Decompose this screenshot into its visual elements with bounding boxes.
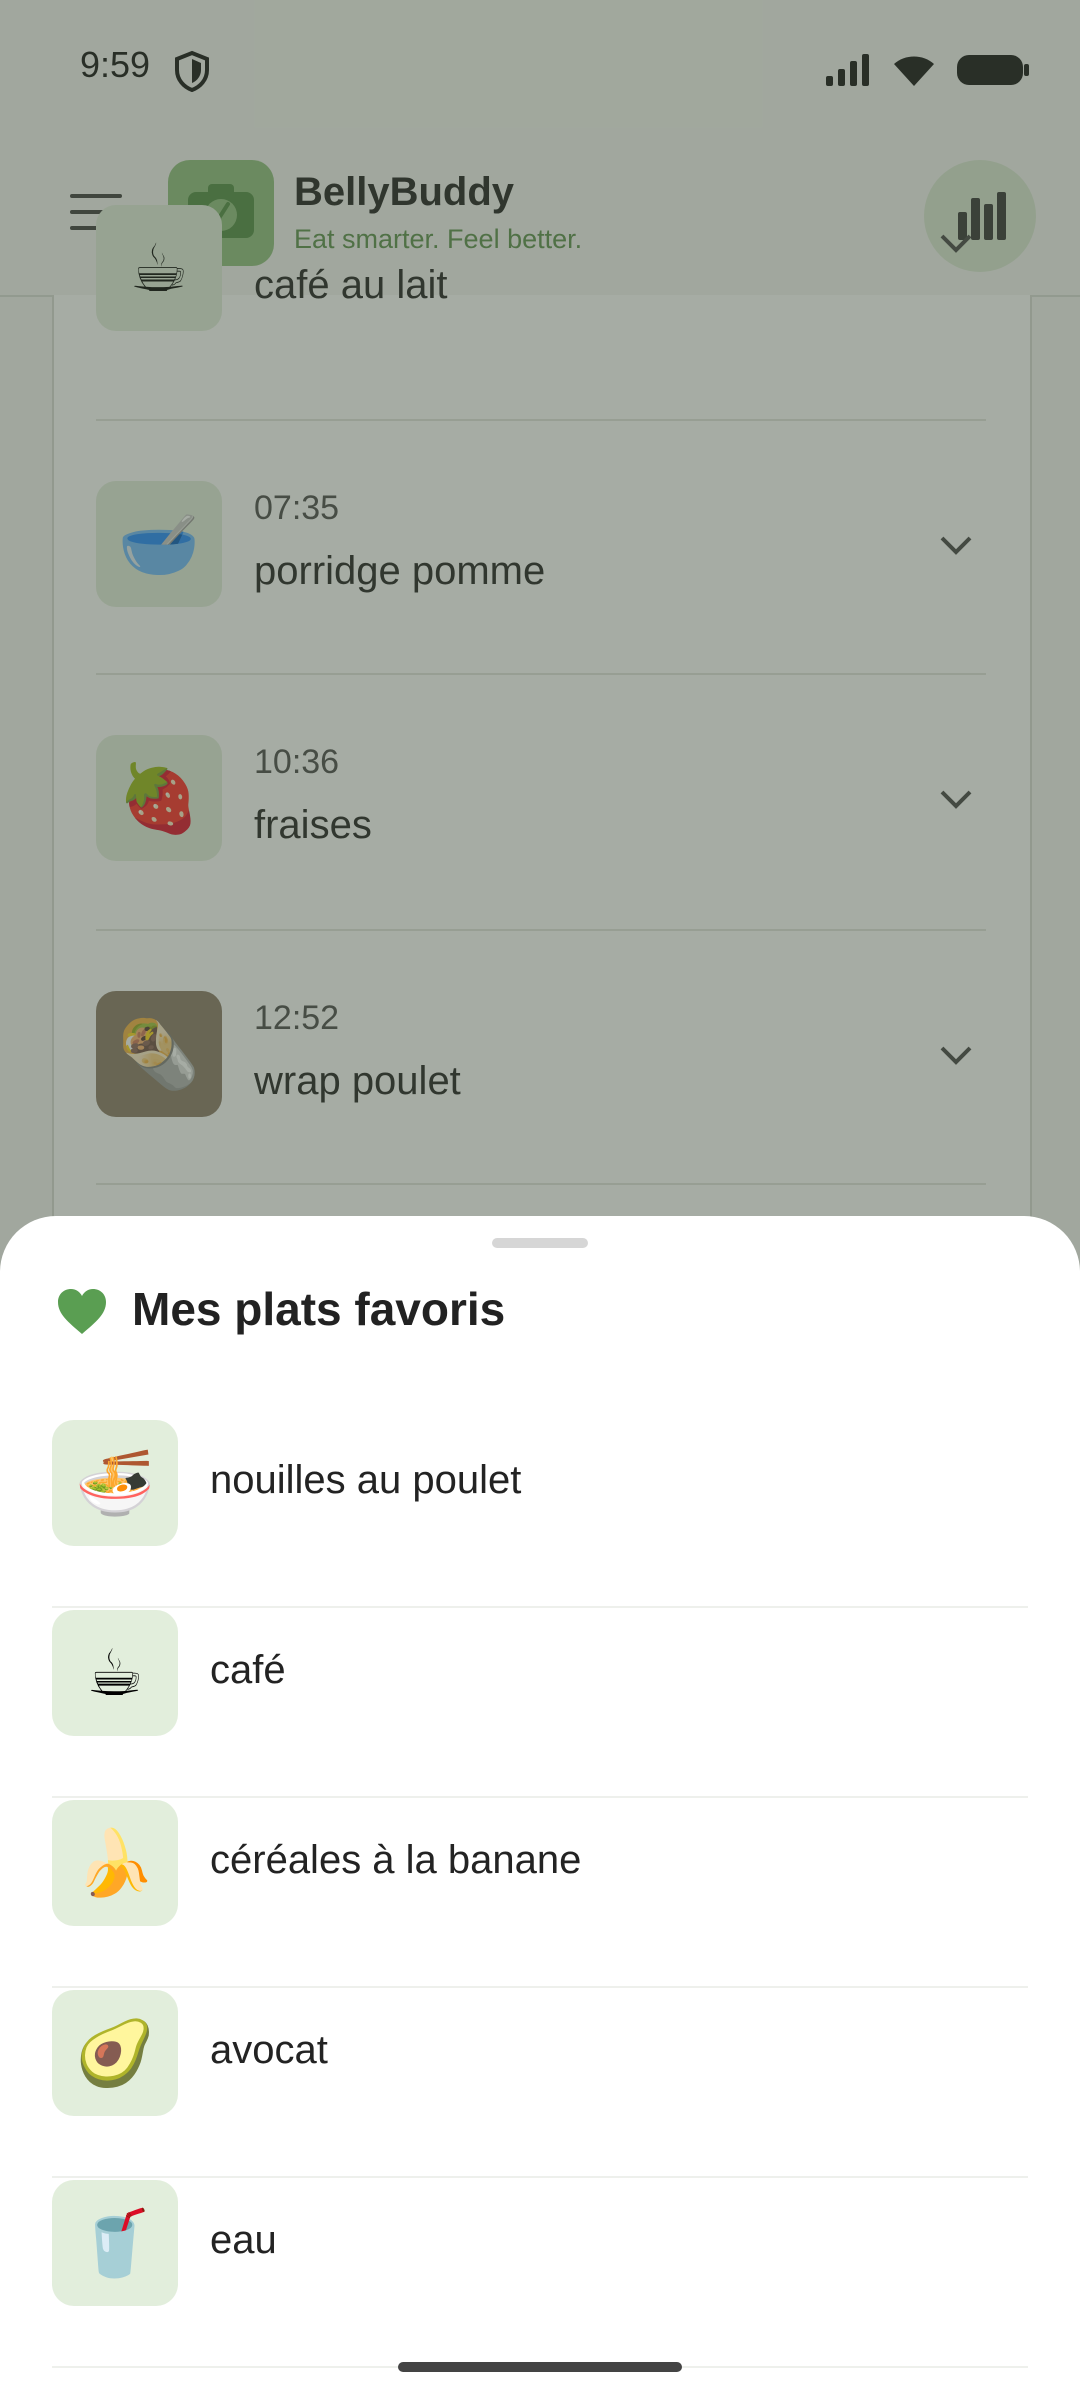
avocado-icon: 🥑 [52,1990,178,2116]
favorite-item[interactable]: 🥑 avocat [52,1988,1028,2178]
favorite-item[interactable]: 🍌 céréales à la banane [52,1798,1028,1988]
favorite-label: avocat [210,2028,328,2072]
coffee-icon: ☕ [52,1610,178,1736]
favorites-bottom-sheet: Mes plats favoris 🍜 nouilles au poulet ☕… [0,1216,1080,2400]
favorite-label: eau [210,2218,277,2262]
favorite-label: nouilles au poulet [210,1458,522,1502]
app-screen: 9:59 BellyBuddy Eat smarter. Feel better… [0,0,1080,2400]
banana-icon: 🍌 [52,1800,178,1926]
home-indicator[interactable] [398,2362,682,2372]
favorite-item[interactable]: 🥤 eau [52,2178,1028,2368]
favorite-label: café [210,1648,286,1692]
drag-handle[interactable] [492,1238,588,1248]
favorite-label: céréales à la banane [210,1838,582,1882]
favorite-item[interactable]: ☕ café [52,1608,1028,1798]
noodles-icon: 🍜 [52,1420,178,1546]
water-glass-icon: 🥤 [52,2180,178,2306]
favorite-item[interactable]: 🍜 nouilles au poulet [52,1418,1028,1608]
heart-icon [58,1289,106,1334]
sheet-title: Mes plats favoris [132,1283,506,1335]
